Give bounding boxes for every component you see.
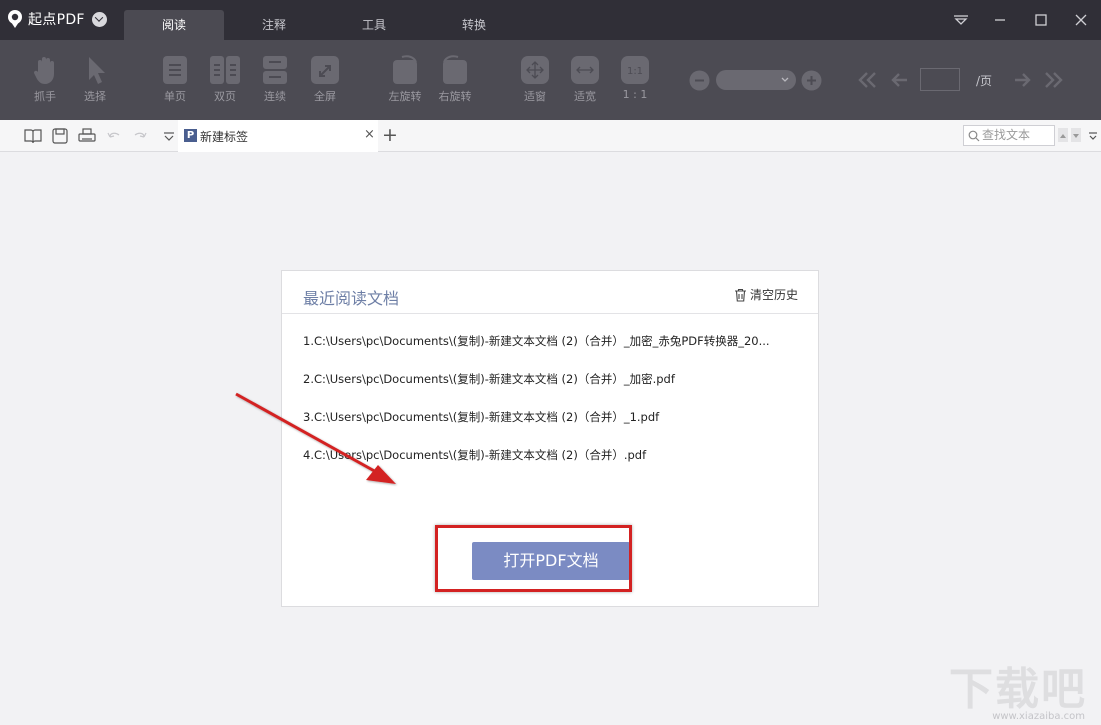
watermark-url: www.xiazaiba.com	[992, 711, 1085, 722]
select-tool-label: 选择	[84, 90, 106, 103]
skin-menu-icon[interactable]	[951, 10, 971, 30]
search-box	[963, 125, 1055, 146]
double-page-button[interactable]: 双页	[200, 54, 250, 104]
minimize-icon[interactable]	[990, 10, 1010, 30]
rotate-right-label: 右旋转	[438, 90, 472, 103]
zoom-select[interactable]	[716, 70, 796, 90]
rotate-left-label: 左旋转	[388, 90, 422, 103]
fit-window-button[interactable]: 适窗	[510, 54, 560, 104]
page-number-input[interactable]	[920, 68, 960, 91]
recent-file-item[interactable]: 1.C:\Users\pc\Documents\(复制)-新建文本文档 (2)（…	[303, 333, 770, 371]
document-tab-label: 新建标签	[200, 130, 249, 144]
tab-read[interactable]: 阅读	[124, 10, 224, 40]
actual-size-icon: 1:1	[620, 54, 650, 86]
rotate-right-icon	[440, 54, 470, 86]
trash-icon	[734, 288, 746, 302]
grab-tool-button[interactable]: 抓手	[20, 54, 70, 104]
redo-icon[interactable]	[131, 128, 149, 144]
single-page-label: 单页	[164, 90, 186, 103]
first-page-icon[interactable]	[857, 71, 879, 89]
search-options-dropdown-icon[interactable]	[1087, 128, 1099, 144]
app-logo-icon	[8, 10, 22, 28]
fit-width-icon	[570, 54, 600, 86]
save-icon[interactable]	[51, 128, 69, 144]
recent-file-item[interactable]: 2.C:\Users\pc\Documents\(复制)-新建文本文档 (2)（…	[303, 371, 770, 409]
open-book-icon[interactable]	[24, 128, 42, 144]
actual-size-label: 1 : 1	[622, 88, 648, 101]
search-icon	[968, 130, 980, 142]
continuous-scroll-icon	[260, 54, 290, 86]
grab-tool-label: 抓手	[34, 90, 56, 103]
page-suffix-label: /页	[976, 74, 993, 88]
previous-page-icon[interactable]	[889, 71, 911, 89]
recent-documents-title: 最近阅读文档	[303, 289, 400, 308]
zoom-out-icon[interactable]	[689, 70, 710, 91]
chevron-down-icon	[781, 77, 789, 82]
fullscreen-icon	[310, 54, 340, 86]
tab-tools[interactable]: 工具	[324, 10, 424, 40]
hand-icon	[30, 54, 60, 86]
recent-file-item[interactable]: 4.C:\Users\pc\Documents\(复制)-新建文本文档 (2)（…	[303, 447, 770, 485]
fit-window-label: 适窗	[524, 90, 546, 103]
app-name: 起点PDF	[28, 12, 85, 28]
recent-file-item[interactable]: 3.C:\Users\pc\Documents\(复制)-新建文本文档 (2)（…	[303, 409, 770, 447]
app-logo[interactable]: 起点PDF	[6, 9, 107, 29]
ribbon-toolbar: 抓手 选择 单页 双页 连续 全屏 左旋转 右旋转 适窗 适宽 1:1 1: …	[0, 40, 1101, 120]
double-page-label: 双页	[214, 90, 236, 103]
search-input[interactable]	[982, 128, 1052, 142]
quick-access-dropdown-icon[interactable]	[160, 128, 178, 144]
next-page-icon[interactable]	[1011, 71, 1033, 89]
watermark-logo: 下载吧	[949, 664, 1087, 715]
fit-window-icon	[520, 54, 550, 86]
print-icon[interactable]	[78, 128, 96, 144]
recent-file-list: 1.C:\Users\pc\Documents\(复制)-新建文本文档 (2)（…	[303, 333, 770, 485]
tab-annotate[interactable]: 注释	[224, 10, 324, 40]
tab-close-icon[interactable]: ×	[364, 127, 375, 142]
app-menu-dropdown-icon[interactable]	[91, 11, 107, 27]
zoom-in-icon[interactable]	[801, 70, 822, 91]
search-previous-icon[interactable]	[1058, 128, 1068, 142]
main-tabs: 阅读 注释 工具 转换	[124, 10, 524, 40]
actual-size-button[interactable]: 1:1 1 : 1	[610, 54, 660, 101]
cursor-arrow-icon	[80, 54, 110, 86]
maximize-icon[interactable]	[1031, 10, 1051, 30]
select-tool-button[interactable]: 选择	[70, 54, 120, 104]
rotate-right-button[interactable]: 右旋转	[430, 54, 480, 104]
fullscreen-label: 全屏	[314, 90, 336, 103]
fit-width-label: 适宽	[574, 90, 596, 103]
search-next-icon[interactable]	[1071, 128, 1081, 142]
continuous-button[interactable]: 连续	[250, 54, 300, 104]
single-page-icon	[160, 54, 190, 86]
panel-divider	[282, 313, 818, 314]
fullscreen-button[interactable]: 全屏	[300, 54, 350, 104]
single-page-button[interactable]: 单页	[150, 54, 200, 104]
close-icon[interactable]	[1071, 10, 1091, 30]
clear-history-button[interactable]: 清空历史	[734, 286, 798, 303]
rotate-left-icon	[390, 54, 420, 86]
rotate-left-button[interactable]: 左旋转	[380, 54, 430, 104]
add-tab-icon[interactable]: +	[382, 124, 398, 146]
document-tab[interactable]: P 新建标签 ×	[178, 120, 378, 152]
undo-icon[interactable]	[105, 128, 123, 144]
fit-width-button[interactable]: 适宽	[560, 54, 610, 104]
svg-text:1:1: 1:1	[627, 66, 643, 77]
double-page-icon	[210, 54, 240, 86]
document-tab-bar: P 新建标签 × +	[0, 120, 1101, 152]
tab-convert[interactable]: 转换	[424, 10, 524, 40]
pdf-file-icon: P	[184, 129, 197, 142]
annotation-highlight-box	[435, 525, 632, 592]
continuous-label: 连续	[264, 90, 286, 103]
clear-history-label: 清空历史	[749, 288, 798, 302]
title-bar: 起点PDF 阅读 注释 工具 转换	[0, 0, 1101, 40]
last-page-icon[interactable]	[1042, 71, 1064, 89]
